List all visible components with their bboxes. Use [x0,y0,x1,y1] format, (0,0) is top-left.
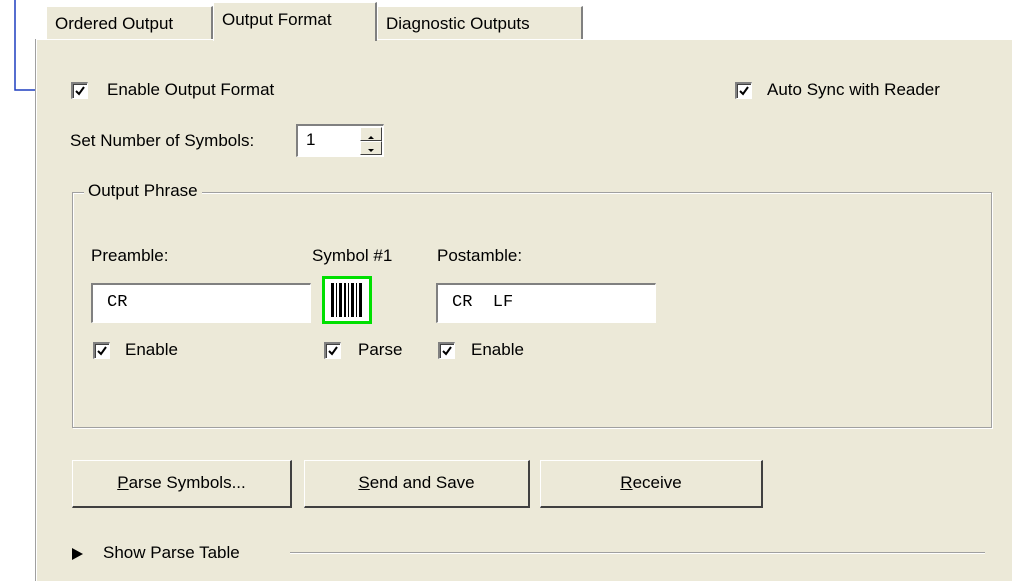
auto-sync-checkbox[interactable] [735,82,752,99]
send-rest: end and Save [369,473,475,492]
barcode-icon[interactable] [322,276,372,324]
preamble-enable-label: Enable [125,340,178,359]
spin-up-button[interactable] [360,127,382,141]
tab-ordered-output[interactable]: Ordered Output [46,6,213,39]
send-and-save-button[interactable]: Send and Save [304,460,530,508]
postamble-enable-label: Enable [471,340,524,359]
postamble-field[interactable]: CR LF [436,283,656,323]
symbols-value: 1 [306,130,316,149]
output-phrase-title: Output Phrase [84,181,202,201]
postamble-enable-checkbox[interactable] [438,342,455,359]
checkmark-icon [328,346,338,356]
enable-output-format-checkbox[interactable] [71,82,88,99]
expand-arrow-icon[interactable] [71,547,85,561]
send-mnemonic: S [358,473,370,492]
symbols-label: Set Number of Symbols: [70,131,255,150]
receive-mnemonic: R [620,473,633,492]
symbols-spinner[interactable]: 1 [296,124,384,157]
receive-button[interactable]: Receive [540,460,763,508]
arrow-down-icon [368,149,374,152]
preamble-field[interactable]: CR [91,283,311,323]
checkmark-icon [739,86,749,96]
checkmark-icon [442,346,452,356]
show-parse-table-label[interactable]: Show Parse Table [103,543,240,563]
preamble-label: Preamble: [91,246,169,265]
tab-output-format[interactable]: Output Format [213,2,377,41]
checkmark-icon [75,86,85,96]
parse-table-divider [290,552,985,554]
parse-symbols-button[interactable]: Parse Symbols... [72,460,292,508]
auto-sync-label: Auto Sync with Reader [767,80,940,99]
preamble-enable-checkbox[interactable] [93,342,110,359]
symbol-parse-label: Parse [358,340,403,359]
spin-down-button[interactable] [360,141,382,155]
symbol-parse-checkbox[interactable] [324,342,341,359]
receive-rest: eceive [632,473,682,492]
enable-output-format-label: Enable Output Format [107,80,275,99]
symbol-label: Symbol #1 [312,246,393,265]
parse-rest: arse Symbols... [128,473,246,492]
postamble-label: Postamble: [437,246,523,265]
tab-diagnostic-outputs[interactable]: Diagnostic Outputs [377,6,583,39]
checkmark-icon [97,346,107,356]
parse-mnemonic: P [117,473,129,492]
